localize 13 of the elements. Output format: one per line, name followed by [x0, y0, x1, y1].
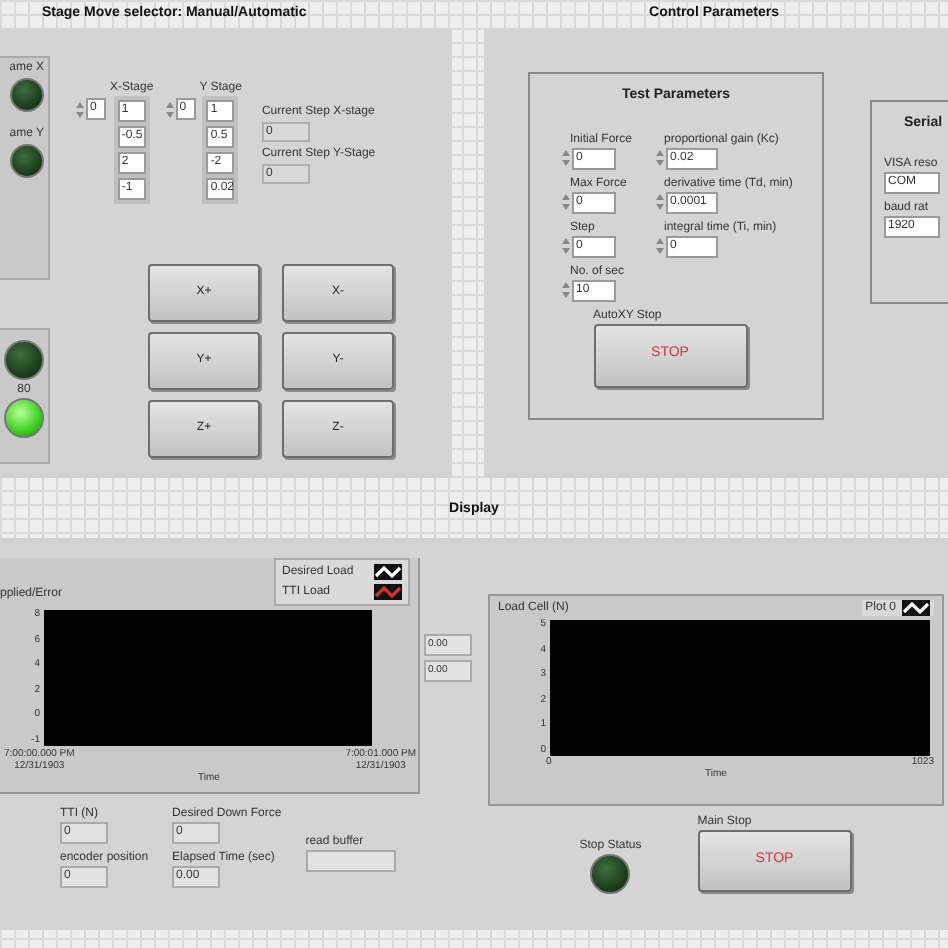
- plot-legend-icon: [902, 600, 930, 616]
- spinner-arrows-icon[interactable]: [656, 148, 665, 168]
- spinner-arrows-icon[interactable]: [562, 192, 570, 212]
- plot-legend-icon: [374, 564, 402, 580]
- spinner-arrows-icon[interactable]: [165, 99, 174, 119]
- spinner-arrows-icon[interactable]: [562, 280, 570, 300]
- spinner-arrows-icon[interactable]: [76, 99, 84, 119]
- spinner-arrows-icon[interactable]: [562, 148, 570, 168]
- plot-legend-icon: [374, 584, 402, 600]
- spinner-arrows-icon[interactable]: [656, 236, 665, 256]
- spinner-arrows-icon[interactable]: [562, 236, 570, 256]
- string-indicator: [305, 850, 396, 872]
- spinner-arrows-icon[interactable]: [656, 192, 665, 212]
